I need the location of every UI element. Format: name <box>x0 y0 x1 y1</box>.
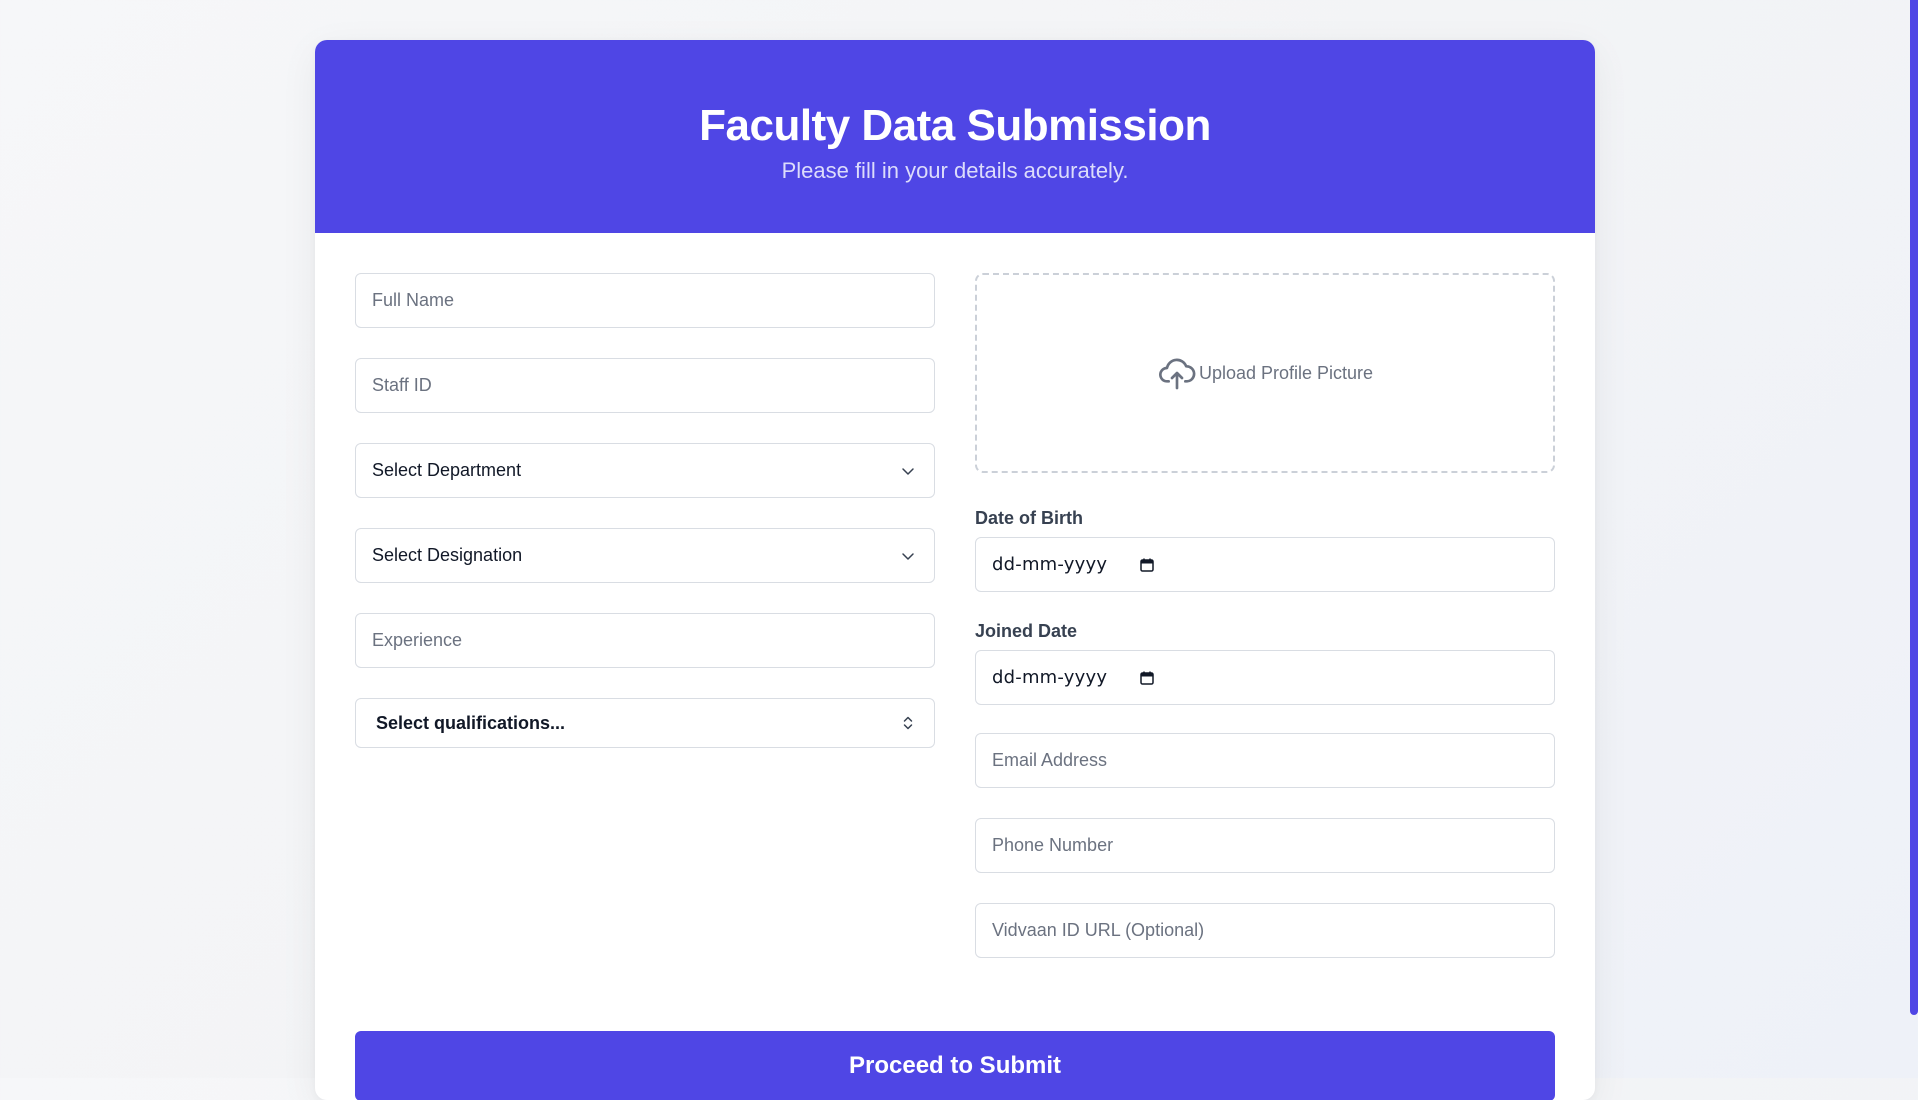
upload-label: Upload Profile Picture <box>1198 362 1374 383</box>
faculty-form-card: Faculty Data Submission Please fill in y… <box>315 40 1595 1100</box>
chevron-up-down-icon <box>903 716 913 730</box>
experience-input[interactable]: Experience <box>355 613 935 668</box>
department-select[interactable]: Select Department <box>355 443 935 498</box>
page-subtitle: Please fill in your details accurately. <box>781 157 1129 183</box>
email-field[interactable]: Email Address <box>975 733 1555 788</box>
profile-picture-upload[interactable]: Upload Profile Picture <box>975 273 1555 473</box>
joined-date-value: dd-mm-yyyy <box>992 667 1108 688</box>
phone-placeholder: Phone Number <box>992 835 1114 855</box>
chevron-down-icon <box>902 467 914 475</box>
calendar-icon[interactable] <box>1139 670 1155 686</box>
proceed-submit-button[interactable]: Proceed to Submit <box>355 1031 1555 1100</box>
dob-input[interactable]: dd-mm-yyyy <box>975 537 1555 592</box>
experience-placeholder: Experience <box>372 630 463 650</box>
qualifications-select-value: Select qualifications... <box>376 712 566 733</box>
joined-date-input[interactable]: dd-mm-yyyy <box>975 650 1555 705</box>
staff-id-placeholder: Staff ID <box>372 375 432 395</box>
full-name-input[interactable]: Full Name <box>355 273 935 328</box>
staff-id-input[interactable]: Staff ID <box>355 358 935 413</box>
chevron-down-icon <box>902 552 914 560</box>
cloud-upload-icon <box>1158 358 1196 390</box>
joined-date-label: Joined Date <box>975 621 1078 641</box>
contact-fields: Email Address Phone Number Vidvaan ID UR… <box>975 733 1555 958</box>
dob-label: Date of Birth <box>975 508 1083 528</box>
dob-value: dd-mm-yyyy <box>992 554 1108 575</box>
designation-select-value: Select Designation <box>372 545 523 565</box>
full-name-placeholder: Full Name <box>372 290 455 310</box>
left-column: Full Name Staff ID Select Department Sel… <box>355 273 935 778</box>
page-title: Faculty Data Submission <box>699 101 1211 150</box>
form-header: Faculty Data Submission Please fill in y… <box>315 40 1595 233</box>
vidvaan-url-field[interactable]: Vidvaan ID URL (Optional) <box>975 903 1555 958</box>
form-body: Full Name Staff ID Select Department Sel… <box>315 233 1595 1100</box>
vidvaan-url-placeholder: Vidvaan ID URL (Optional) <box>992 920 1205 940</box>
email-placeholder: Email Address <box>992 750 1108 770</box>
page-scrollbar[interactable] <box>1910 0 1918 1015</box>
right-column: Upload Profile Picture Date of Birth dd-… <box>975 273 1555 988</box>
calendar-icon[interactable] <box>1139 557 1155 573</box>
qualifications-multiselect[interactable]: Select qualifications... <box>355 698 935 748</box>
designation-select[interactable]: Select Designation <box>355 528 935 583</box>
department-select-value: Select Department <box>372 460 522 480</box>
phone-field[interactable]: Phone Number <box>975 818 1555 873</box>
